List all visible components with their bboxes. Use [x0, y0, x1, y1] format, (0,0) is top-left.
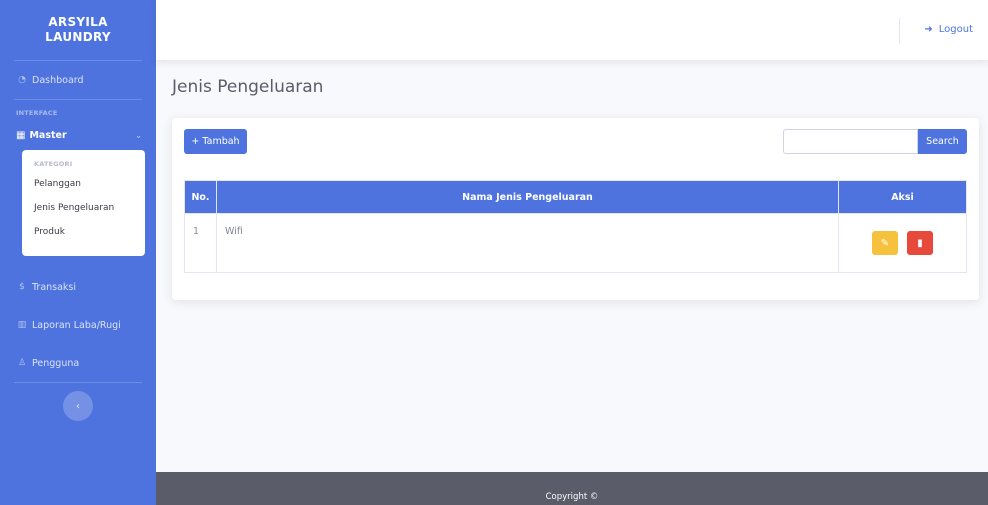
data-table: No. Nama Jenis Pengeluaran Aksi 1 Wifi ✎…	[184, 180, 967, 273]
sidebar-item-laporan[interactable]: ▥ Laporan Laba/Rugi	[0, 306, 156, 344]
edit-button[interactable]: ✎	[871, 231, 898, 255]
table-row: 1 Wifi ✎ ▮	[184, 213, 967, 273]
logout-link[interactable]: ➜ Logout	[924, 24, 973, 35]
footer: Copyright ©	[156, 472, 988, 505]
search-button[interactable]: Search	[918, 129, 967, 154]
brand-logo[interactable]: ARSYILA LAUNDRY	[0, 0, 156, 60]
copyright-text: Copyright ©	[545, 492, 599, 502]
tachometer-icon: ◔	[18, 75, 26, 85]
brand-line2: LAUNDRY	[45, 30, 111, 44]
content-card: + Tambah Search No. Nama Jenis Pengeluar…	[172, 118, 979, 300]
cell-actions: ✎ ▮	[838, 213, 967, 273]
sidebar-item-master[interactable]: ▦ Master ⌄	[0, 120, 156, 150]
cell-name: Wifi	[216, 213, 839, 273]
sidebar: ARSYILA LAUNDRY ◔ Dashboard INTERFACE ▦ …	[0, 0, 156, 505]
sidebar-item-label: Master	[29, 129, 67, 141]
delete-button[interactable]: ▮	[907, 231, 934, 255]
sidebar-divider	[14, 382, 142, 383]
sidebar-item-dashboard[interactable]: ◔ Dashboard	[0, 61, 156, 99]
page-title: Jenis Pengeluaran	[172, 77, 324, 97]
submenu-heading: KATEGORI	[34, 160, 73, 168]
logout-label: Logout	[938, 24, 973, 35]
sign-out-icon: ➜	[924, 24, 933, 35]
cell-no: 1	[184, 213, 217, 273]
sidebar-item-transaksi[interactable]: $ Transaksi	[0, 268, 156, 306]
add-button[interactable]: + Tambah	[184, 129, 247, 154]
sidebar-item-label: Transaksi	[32, 281, 77, 293]
sidebar-toggle-button[interactable]: ‹	[63, 391, 93, 421]
submenu-item-jenis-pengeluaran[interactable]: Jenis Pengeluaran	[22, 196, 145, 220]
submenu-item-produk[interactable]: Produk	[22, 220, 145, 244]
column-header-no: No.	[184, 180, 217, 214]
column-header-aksi: Aksi	[838, 180, 967, 214]
topbar-divider	[899, 18, 900, 44]
table-icon: ▦	[16, 129, 26, 141]
trash-icon: ▮	[917, 237, 923, 249]
sidebar-item-label: Pengguna	[32, 357, 80, 369]
brand-line1: ARSYILA	[48, 15, 108, 29]
sidebar-item-label: Dashboard	[32, 74, 84, 86]
master-submenu: KATEGORI Pelanggan Jenis Pengeluaran Pro…	[22, 150, 145, 256]
edit-icon: ✎	[880, 237, 890, 249]
chevron-down-icon: ⌄	[135, 130, 142, 140]
user-icon: ♙	[17, 358, 27, 368]
sidebar-item-label: Laporan Laba/Rugi	[32, 319, 121, 331]
sidebar-heading-interface: INTERFACE	[16, 109, 58, 117]
chevron-left-icon: ‹	[76, 400, 80, 412]
sidebar-item-pengguna[interactable]: ♙ Pengguna	[0, 344, 156, 382]
submenu-item-pelanggan[interactable]: Pelanggan	[22, 172, 145, 196]
topbar: ➜ Logout	[156, 0, 988, 60]
chart-icon: ▥	[17, 320, 27, 330]
search-input[interactable]	[783, 129, 918, 154]
dollar-icon: $	[19, 282, 25, 292]
column-header-name: Nama Jenis Pengeluaran	[216, 180, 839, 214]
